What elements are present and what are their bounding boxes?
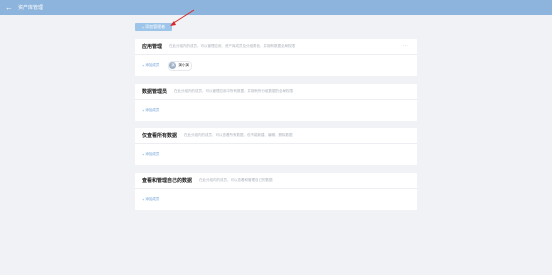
add-admin-label: 添加管理者 [145,24,166,29]
group-description: 在此分组内的成员，可以管理应用中所有数据，并拥有所分组数据的全局权限 [174,89,294,93]
group-title: 查看和管理自己的数据 [142,178,193,184]
group-card-view-all: 仅查看所有数据 在此分组内的成员，可以查看所有数据，但不能新建、编辑、删除数据 … [135,128,417,165]
back-arrow-icon[interactable]: ← [0,0,18,15]
group-title: 仅查看所有数据 [142,133,178,139]
member-name: 演小演 [178,63,189,67]
group-card-own-data: 查看和管理自己的数据 在此分组内的成员，可以查看和管理自己的数据 + 添加成员 [135,173,417,210]
add-member-label: 添加成员 [145,63,160,67]
plus-icon: + [142,108,145,113]
plus-icon: + [142,152,145,157]
group-description: 在此分组内的成员，可以查看所有数据，但不能新建、编辑、删除数据 [184,133,293,137]
group-description: 在此分组内的成员，可以查看和管理自己的数据 [199,178,273,182]
add-member-link[interactable]: + 添加成员 [142,63,159,68]
more-options-icon[interactable]: ··· [403,43,410,49]
group-description: 在此分组内的成员，可以管理应用、资产库成员及分组角色，并拥有数据全局权限 [169,44,296,48]
add-member-link[interactable]: + 添加成员 [142,108,159,113]
group-title: 应用管理 [142,44,163,50]
avatar: 演 [169,62,177,69]
page-title: 资产库管理 [18,5,44,11]
add-admin-button[interactable]: + 添加管理者 [135,23,172,31]
group-card-app-admin: 应用管理 在此分组内的成员，可以管理应用、资产库成员及分组角色，并拥有数据全局权… [135,39,417,76]
plus-icon: + [142,197,145,202]
add-member-label: 添加成员 [145,108,160,112]
top-bar: ← 资产库管理 [0,0,552,15]
add-member-link[interactable]: + 添加成员 [142,197,159,202]
add-member-label: 添加成员 [145,197,160,201]
plus-icon: + [141,24,145,30]
group-title: 数据管理员 [142,89,168,95]
add-member-link[interactable]: + 添加成员 [142,152,159,157]
add-member-label: 添加成员 [145,152,160,156]
member-chip[interactable]: 演 演小演 [168,60,192,71]
group-card-data-admin: 数据管理员 在此分组内的成员，可以管理应用中所有数据，并拥有所分组数据的全局权限… [135,84,417,121]
plus-icon: + [142,63,145,68]
